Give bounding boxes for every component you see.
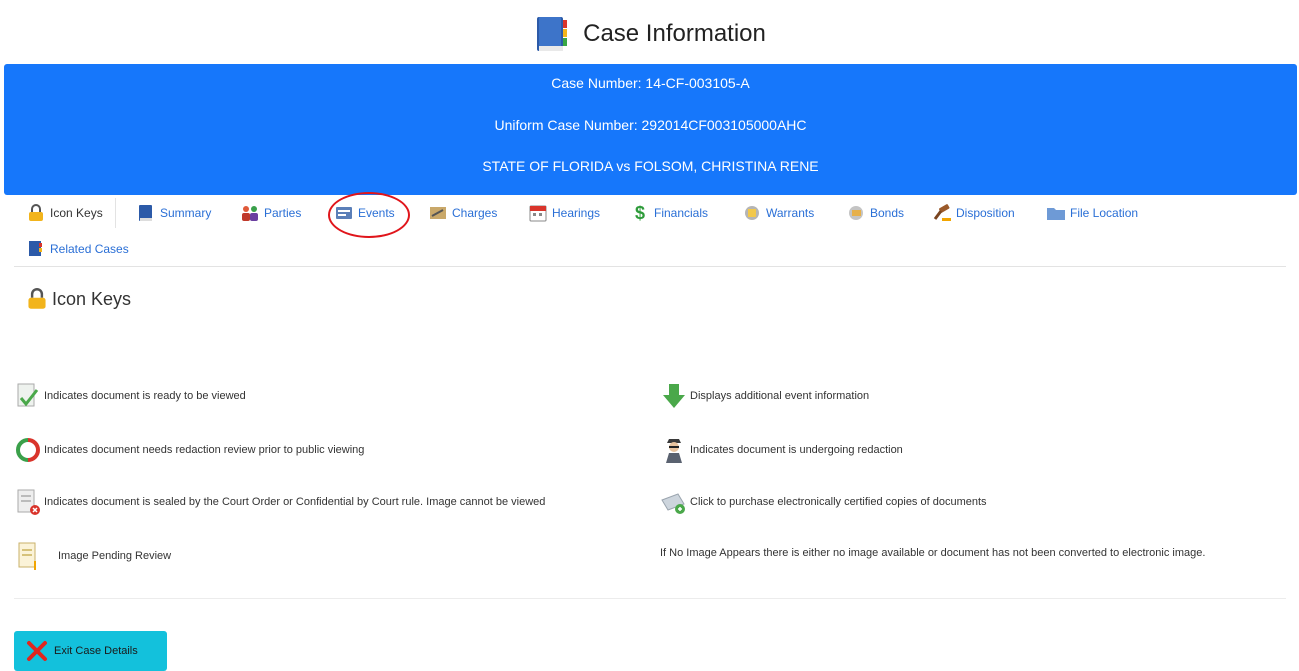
tab-label: Financials — [654, 206, 709, 220]
dollar-icon: $ — [634, 202, 645, 223]
tab-summary[interactable]: Summary — [136, 198, 211, 228]
tab-file-location[interactable]: File Location — [1046, 198, 1138, 228]
bond-icon — [846, 204, 866, 222]
key-text: Displays additional event information — [690, 390, 870, 402]
case-book-icon — [537, 17, 568, 51]
tab-warrants[interactable]: Warrants — [742, 198, 814, 228]
section-title-label: Icon Keys — [52, 288, 132, 309]
case-number: Case Number: 14-CF-003105-A — [551, 75, 750, 91]
down-arrow-icon — [660, 382, 688, 410]
uniform-case-number: Uniform Case Number: 292014CF003105000AH… — [494, 117, 807, 133]
image-pending-icon — [14, 542, 42, 570]
tab-label: Bonds — [870, 206, 905, 220]
events-highlight-circle — [328, 192, 410, 238]
key-image-pending: Image Pending Review — [14, 542, 171, 570]
case-style: STATE OF FLORIDA vs FOLSOM, CHRISTINA RE… — [482, 158, 819, 174]
tab-label: File Location — [1070, 206, 1139, 220]
close-x-icon — [27, 641, 47, 661]
lock-icon — [26, 204, 46, 222]
document-sealed-icon — [14, 488, 42, 516]
key-text: Click to purchase electronically certifi… — [690, 496, 987, 508]
key-undergoing-redaction: Indicates document is undergoing redacti… — [660, 436, 903, 464]
key-document-ready: Indicates document is ready to be viewed — [14, 382, 246, 410]
key-text: Indicates document is sealed by the Cour… — [44, 496, 546, 508]
key-redaction-review: Indicates document needs redaction revie… — [14, 436, 364, 464]
key-text: Indicates document needs redaction revie… — [44, 444, 365, 456]
key-text: Image Pending Review — [58, 550, 172, 562]
certified-copies-icon — [660, 488, 688, 516]
calendar-icon — [528, 204, 548, 222]
page-title: Case Information — [583, 20, 766, 47]
key-text: Indicates document is undergoing redacti… — [690, 444, 903, 456]
exit-button-label: Exit Case Details — [54, 645, 138, 657]
section-title: Icon Keys — [26, 288, 131, 310]
tab-label: Related Cases — [50, 242, 129, 256]
tab-label: Warrants — [766, 206, 815, 220]
key-text: Indicates document is ready to be viewed — [44, 390, 246, 402]
related-cases-icon — [26, 240, 46, 258]
redaction-agent-icon — [660, 436, 688, 464]
tab-label: Parties — [264, 206, 302, 220]
tab-financials[interactable]: $ Financials — [630, 198, 708, 228]
tab-disposition[interactable]: Disposition — [932, 198, 1015, 228]
tab-parties[interactable]: Parties — [240, 198, 301, 228]
folder-icon — [1046, 204, 1066, 222]
tab-label: Icon Keys — [50, 206, 103, 220]
tab-label: Hearings — [552, 206, 601, 220]
tab-icon-keys[interactable]: Icon Keys — [26, 198, 116, 228]
divider — [14, 598, 1286, 599]
warrant-icon — [742, 204, 762, 222]
people-icon — [240, 204, 260, 222]
tab-charges[interactable]: Charges — [428, 198, 497, 228]
charges-icon — [428, 204, 448, 222]
tab-label: Summary — [160, 206, 212, 220]
case-banner: Case Number: 14-CF-003105-A Uniform Case… — [4, 64, 1297, 195]
tab-hearings[interactable]: Hearings — [528, 198, 600, 228]
key-certified-copies: Click to purchase electronically certifi… — [660, 488, 987, 516]
key-additional-info: Displays additional event information — [660, 382, 869, 410]
exit-case-details-button[interactable]: Exit Case Details — [14, 631, 167, 671]
tab-bonds[interactable]: Bonds — [846, 198, 904, 228]
page-header: Case Information — [0, 14, 1299, 54]
no-image-note: If No Image Appears there is either no i… — [660, 547, 1206, 559]
redaction-review-icon — [14, 436, 42, 464]
key-document-sealed: Indicates document is sealed by the Cour… — [14, 488, 545, 516]
tab-related-cases[interactable]: Related Cases — [26, 234, 129, 264]
document-ready-icon — [14, 382, 42, 410]
tab-label: Charges — [452, 206, 498, 220]
gavel-icon — [932, 204, 952, 222]
tab-label: Disposition — [956, 206, 1015, 220]
lock-icon — [28, 288, 46, 309]
book-icon — [136, 204, 156, 222]
case-tabs: Icon Keys Summary Parties Events Charges… — [14, 198, 1286, 267]
